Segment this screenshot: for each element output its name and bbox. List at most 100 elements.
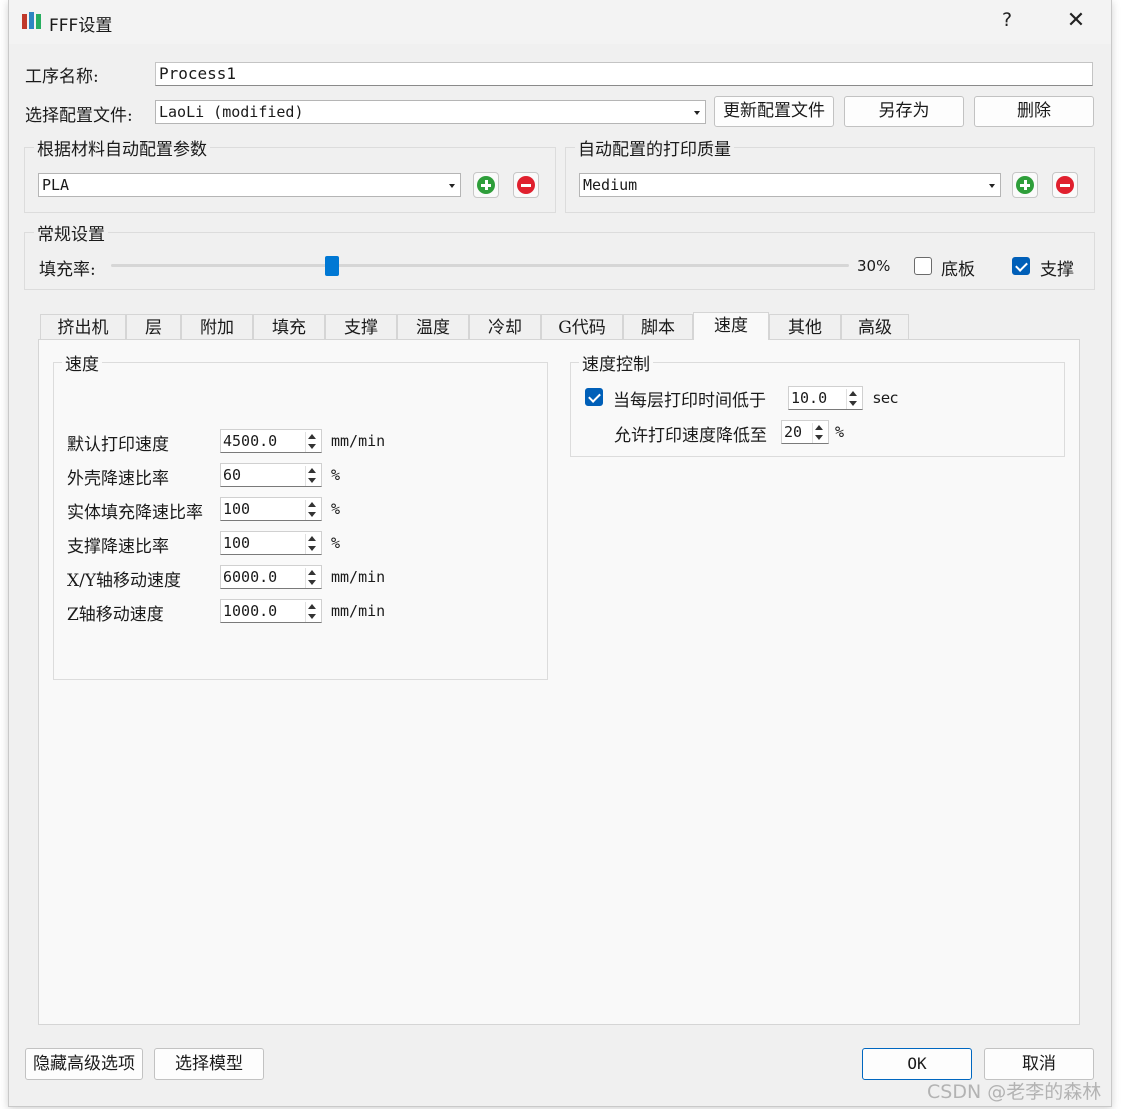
remove-material-button[interactable]: [513, 172, 539, 198]
minus-icon: [517, 176, 535, 194]
spin-arrows[interactable]: [305, 568, 319, 588]
cancel-button[interactable]: 取消: [984, 1048, 1094, 1080]
chevron-down-icon: [694, 111, 700, 115]
tab-support[interactable]: 支撑: [325, 314, 397, 340]
app-icon: [21, 11, 43, 31]
spin-down-icon[interactable]: [849, 401, 857, 406]
spin-down-icon[interactable]: [308, 444, 316, 449]
spin-arrows[interactable]: [305, 602, 319, 622]
spin-up-icon[interactable]: [308, 570, 316, 575]
infill-value: 30%: [857, 257, 891, 275]
spin-up-icon[interactable]: [308, 502, 316, 507]
support-ratio-unit: %: [331, 534, 341, 552]
support-ratio-value: 100: [223, 534, 251, 552]
spin-arrows[interactable]: [305, 432, 319, 452]
material-select-value: PLA: [42, 176, 70, 194]
spin-arrows[interactable]: [305, 534, 319, 554]
spin-down-icon[interactable]: [308, 512, 316, 517]
outer-shell-ratio-unit: %: [331, 466, 341, 484]
z-travel-speed-unit: mm/min: [331, 602, 386, 620]
tab-scripts[interactable]: 脚本: [623, 314, 693, 340]
infill-label: 填充率:: [39, 260, 96, 280]
tab-infill[interactable]: 填充: [253, 314, 325, 340]
minus-icon: [1056, 176, 1074, 194]
save-as-button[interactable]: 另存为: [844, 96, 964, 127]
tab-temperature[interactable]: 温度: [397, 314, 469, 340]
spin-down-icon[interactable]: [815, 435, 823, 440]
tab-additions[interactable]: 附加: [181, 314, 253, 340]
default-speed-unit: mm/min: [331, 432, 386, 450]
plus-icon: [1016, 176, 1034, 194]
window-title: FFF设置: [49, 16, 113, 36]
profile-select[interactable]: LaoLi (modified): [155, 100, 706, 124]
allow-slowdown-value: 20: [784, 423, 803, 441]
slowdown-time-spinbox[interactable]: 10.0: [788, 386, 863, 410]
watermark: CSDN @老李的森林: [927, 1081, 1102, 1103]
tab-extruder[interactable]: 挤出机: [40, 314, 126, 340]
spin-up-icon[interactable]: [308, 434, 316, 439]
tab-speed[interactable]: 速度: [693, 312, 769, 340]
slider-track: [111, 264, 849, 267]
xy-travel-speed-label: X/Y轴移动速度: [67, 571, 182, 591]
spin-down-icon[interactable]: [308, 614, 316, 619]
outer-shell-ratio-value: 60: [223, 466, 242, 484]
spin-down-icon[interactable]: [308, 478, 316, 483]
tab-layer[interactable]: 层: [126, 314, 181, 340]
tab-other[interactable]: 其他: [769, 314, 841, 340]
add-quality-button[interactable]: [1012, 172, 1038, 198]
spin-down-icon[interactable]: [308, 546, 316, 551]
spin-arrows[interactable]: [305, 500, 319, 520]
spin-up-icon[interactable]: [308, 468, 316, 473]
raft-checkbox[interactable]: [914, 257, 932, 275]
help-button[interactable]: ?: [993, 9, 1021, 31]
remove-quality-button[interactable]: [1052, 172, 1078, 198]
spin-up-icon[interactable]: [308, 604, 316, 609]
spin-down-icon[interactable]: [308, 580, 316, 585]
ok-button[interactable]: OK: [862, 1048, 972, 1080]
allow-slowdown-spinbox[interactable]: 20: [781, 420, 829, 444]
slider-handle[interactable]: [325, 256, 340, 276]
allow-slowdown-label: 允许打印速度降低至: [614, 426, 767, 446]
profile-label: 选择配置文件:: [25, 106, 133, 126]
slowdown-checkbox[interactable]: [585, 388, 603, 406]
quality-group-title: 自动配置的打印质量: [575, 135, 734, 160]
xy-travel-speed-unit: mm/min: [331, 568, 386, 586]
spin-arrows[interactable]: [305, 466, 319, 486]
add-material-button[interactable]: [473, 172, 499, 198]
select-model-button[interactable]: 选择模型: [154, 1048, 264, 1080]
delete-profile-button[interactable]: 删除: [974, 96, 1094, 127]
title-bar: FFF设置 ? ✕: [9, 0, 1111, 44]
infill-slider[interactable]: [111, 256, 849, 276]
spin-up-icon[interactable]: [815, 425, 823, 430]
slowdown-label: 当每层打印时间低于: [613, 391, 766, 411]
default-speed-spinbox[interactable]: 4500.0: [220, 429, 322, 453]
raft-label: 底板: [941, 260, 975, 280]
profile-select-value: LaoLi (modified): [159, 103, 304, 121]
spin-arrows[interactable]: [846, 389, 860, 409]
tab-cooling[interactable]: 冷却: [469, 314, 541, 340]
process-name-input[interactable]: Process1: [155, 62, 1093, 86]
support-label: 支撑: [1040, 260, 1074, 280]
z-travel-speed-spinbox[interactable]: 1000.0: [220, 599, 322, 623]
quality-select[interactable]: Medium: [579, 173, 1001, 197]
slowdown-time-unit: sec: [873, 389, 899, 407]
tab-advanced[interactable]: 高级: [841, 314, 909, 340]
spin-up-icon[interactable]: [849, 391, 857, 396]
solid-infill-ratio-value: 100: [223, 500, 251, 518]
update-profile-button[interactable]: 更新配置文件: [714, 96, 834, 127]
support-checkbox[interactable]: [1012, 257, 1030, 275]
xy-travel-speed-value: 6000.0: [223, 568, 278, 586]
solid-infill-ratio-spinbox[interactable]: 100: [220, 497, 322, 521]
hide-advanced-button[interactable]: 隐藏高级选项: [25, 1048, 143, 1080]
close-button[interactable]: ✕: [1061, 8, 1091, 33]
spin-arrows[interactable]: [812, 423, 826, 443]
outer-shell-ratio-spinbox[interactable]: 60: [220, 463, 322, 487]
xy-travel-speed-spinbox[interactable]: 6000.0: [220, 565, 322, 589]
general-group-title: 常规设置: [34, 220, 108, 245]
support-ratio-spinbox[interactable]: 100: [220, 531, 322, 555]
material-group-title: 根据材料自动配置参数: [34, 135, 210, 160]
allow-slowdown-unit: %: [835, 423, 845, 441]
material-select[interactable]: PLA: [38, 173, 461, 197]
spin-up-icon[interactable]: [308, 536, 316, 541]
tab-gcode[interactable]: G代码: [541, 314, 623, 340]
